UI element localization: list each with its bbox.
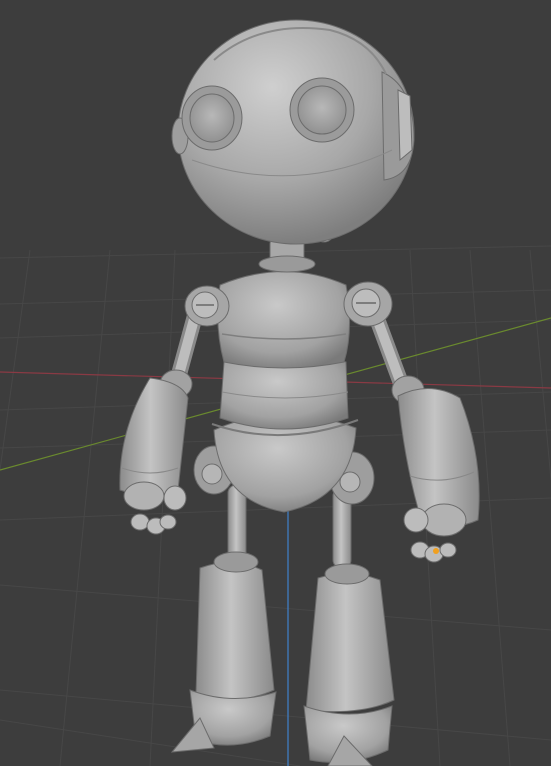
object-origin-dot [433,548,439,554]
right-arm[interactable] [119,304,204,535]
robot-model[interactable] [119,19,480,766]
left-leg[interactable] [303,487,395,766]
viewport-canvas[interactable] [0,0,551,766]
robot-head[interactable] [171,19,415,245]
left-arm[interactable] [368,308,480,563]
left-eye [289,77,355,143]
right-eye [181,85,243,151]
right-shoulder [184,285,230,327]
right-leg[interactable] [170,484,277,753]
3d-viewport[interactable] [0,0,551,766]
left-shoulder [343,281,393,327]
chest [217,271,351,369]
